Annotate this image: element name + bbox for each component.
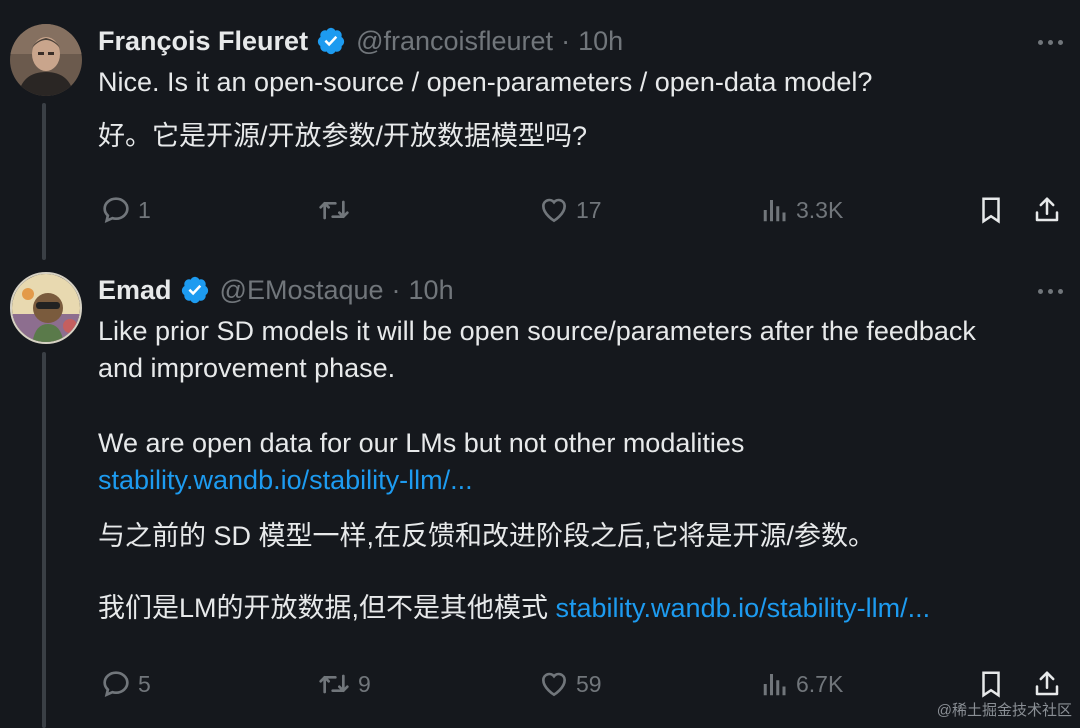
retweet-count: 9 xyxy=(358,670,371,697)
bookmark-icon xyxy=(982,671,1000,698)
share-button[interactable] xyxy=(1032,664,1062,704)
share-button[interactable] xyxy=(1032,190,1062,230)
author-handle[interactable]: @EMostaque xyxy=(220,275,384,306)
reply-icon xyxy=(103,671,129,697)
tweet-text-line: Like prior SD models it will be open sou… xyxy=(98,316,976,346)
tweet-text-line: and improvement phase. xyxy=(98,353,396,383)
bookmark-icon xyxy=(982,197,1000,224)
views-button[interactable]: 3.3K xyxy=(760,190,843,230)
retweet-button[interactable]: 9 xyxy=(316,664,371,704)
tweet-link[interactable]: stability.wandb.io/stability-llm/... xyxy=(98,462,1050,499)
watermark: @稀土掘金技术社区 xyxy=(936,702,1072,719)
tweet-link[interactable]: stability.wandb.io/stability-llm/... xyxy=(556,593,931,623)
share-icon xyxy=(1035,197,1059,222)
verified-badge-icon xyxy=(180,275,210,305)
like-icon xyxy=(541,672,567,697)
views-icon xyxy=(763,674,786,696)
tweet-text-translation: 好。它是开源/开放参数/开放数据模型吗? xyxy=(98,121,588,151)
reply-button[interactable]: 1 xyxy=(100,190,151,230)
author-name[interactable]: Emad xyxy=(98,275,172,306)
views-button[interactable]: 6.7K xyxy=(760,664,843,704)
bookmark-button[interactable] xyxy=(976,190,1006,230)
tweet-text-translation-line: 我们是LM的开放数据,但不是其他模式 stability.wandb.io/st… xyxy=(98,590,1050,627)
like-icon xyxy=(541,198,567,223)
views-count: 3.3K xyxy=(796,196,844,223)
avatar[interactable] xyxy=(10,24,82,96)
like-count: 17 xyxy=(576,196,602,223)
author-name[interactable]: François Fleuret xyxy=(98,26,308,57)
like-button[interactable]: 17 xyxy=(538,190,602,230)
separator-dot: · xyxy=(561,25,571,56)
tweet-header: François Fleuret @francoisfleuret · 10h xyxy=(98,21,623,61)
avatar[interactable] xyxy=(10,272,82,344)
reply-count: 5 xyxy=(138,670,151,697)
thread-line xyxy=(42,352,46,728)
retweet-button[interactable] xyxy=(316,190,358,230)
more-icon[interactable] xyxy=(1030,276,1070,306)
reply-count: 1 xyxy=(138,196,151,223)
thread-line xyxy=(42,103,46,260)
like-count: 59 xyxy=(576,670,602,697)
reply-button[interactable]: 5 xyxy=(100,664,151,704)
bookmark-button[interactable] xyxy=(976,664,1006,704)
more-icon[interactable] xyxy=(1030,27,1070,57)
timestamp[interactable]: 10h xyxy=(578,26,623,57)
tweet-header: Emad @EMostaque · 10h xyxy=(98,270,454,310)
tweet-text-translation: 与之前的 SD 模型一样,在反馈和改进阶段之后,它将是开源/参数。 xyxy=(98,521,876,551)
verified-badge-icon xyxy=(316,26,346,56)
timestamp[interactable]: 10h xyxy=(409,275,454,306)
tweet-text: Nice. Is it an open-source / open-parame… xyxy=(98,67,873,97)
translation-text: 我们是LM的开放数据,但不是其他模式 xyxy=(98,593,556,623)
share-icon xyxy=(1035,671,1059,696)
retweet-icon xyxy=(319,674,349,694)
tweet-text-line: We are open data for our LMs but not oth… xyxy=(98,428,745,458)
author-handle[interactable]: @francoisfleuret xyxy=(356,26,553,57)
retweet-icon xyxy=(319,200,349,220)
separator-dot: · xyxy=(391,274,401,305)
reply-icon xyxy=(103,197,129,223)
views-count: 6.7K xyxy=(796,670,844,697)
like-button[interactable]: 59 xyxy=(538,664,602,704)
views-icon xyxy=(763,200,786,222)
